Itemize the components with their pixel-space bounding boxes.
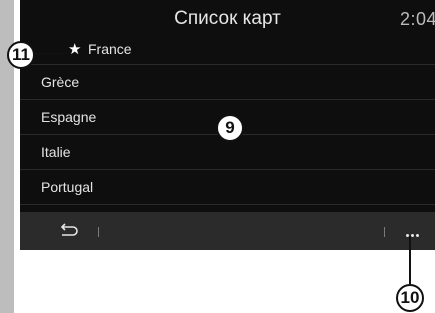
- list-item-label: France: [88, 41, 132, 57]
- screen-title: Список карт: [174, 8, 281, 29]
- list-item-label: Portugal: [41, 179, 94, 195]
- list-item-label: Espagne: [41, 109, 97, 125]
- list-item-france[interactable]: ★ France: [20, 34, 435, 65]
- callout-menu-button: 10: [396, 284, 424, 312]
- callout-leader-line: [35, 53, 63, 55]
- bottom-toolbar: [20, 212, 435, 250]
- list-item-label: Italie: [41, 144, 71, 160]
- toolbar-divider: [98, 227, 99, 237]
- star-icon: ★: [68, 41, 82, 58]
- callout-favorite-star: 11: [7, 41, 35, 69]
- callout-leader-line: [409, 236, 411, 284]
- list-item-grece[interactable]: Grèce: [20, 65, 435, 100]
- list-item-portugal[interactable]: Portugal: [20, 170, 435, 205]
- callout-list-area: 9: [216, 114, 244, 142]
- back-arrow-icon: [60, 223, 78, 236]
- clock: 2:04: [399, 9, 435, 29]
- back-button[interactable]: [56, 219, 80, 243]
- more-options-button[interactable]: [403, 221, 423, 241]
- list-item-label: Grèce: [41, 74, 80, 90]
- toolbar-divider: [384, 227, 385, 237]
